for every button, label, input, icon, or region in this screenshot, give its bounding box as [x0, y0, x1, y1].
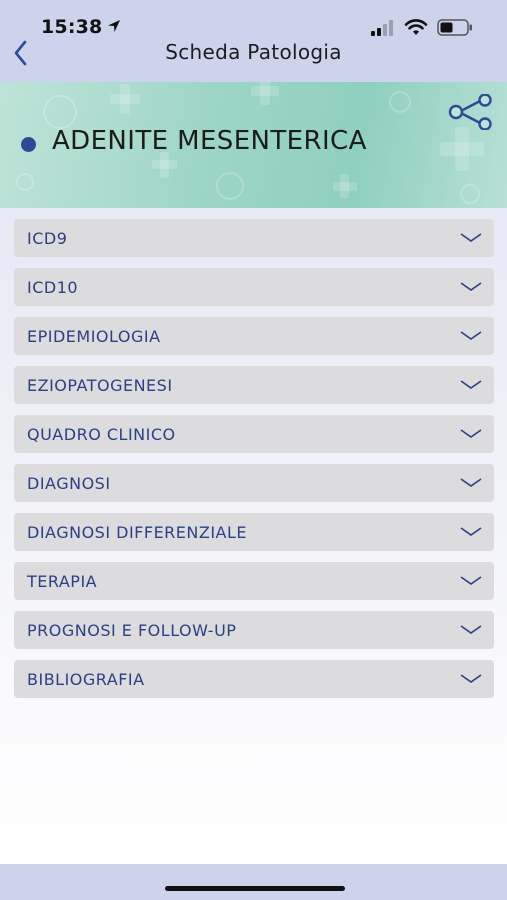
share-button[interactable]	[446, 94, 496, 130]
bottom-bar	[0, 864, 507, 900]
section-label: EZIOPATOGENESI	[27, 376, 173, 395]
section-label: TERAPIA	[27, 572, 98, 591]
section-quadro-clinico[interactable]: QUADRO CLINICO	[14, 415, 494, 453]
disease-title: ADENITE MESENTERICA	[52, 126, 367, 156]
status-time: 15:38	[41, 16, 103, 38]
section-epidemiologia[interactable]: EPIDEMIOLOGIA	[14, 317, 494, 355]
section-label: EPIDEMIOLOGIA	[27, 327, 161, 346]
section-icd9[interactable]: ICD9	[14, 219, 494, 257]
section-label: ICD9	[27, 229, 68, 248]
chevron-down-icon	[460, 233, 482, 242]
chevron-down-icon	[460, 478, 482, 487]
section-label: DIAGNOSI DIFFERENZIALE	[27, 523, 248, 542]
section-icd10[interactable]: ICD10	[14, 268, 494, 306]
section-diagnosi-differenziale[interactable]: DIAGNOSI DIFFERENZIALE	[14, 513, 494, 551]
chevron-down-icon	[460, 380, 482, 389]
section-label: DIAGNOSI	[27, 474, 111, 493]
cellular-signal-icon	[371, 20, 393, 36]
section-bibliografia[interactable]: BIBLIOGRAFIA	[14, 660, 494, 698]
section-prognosi-follow-up[interactable]: PROGNOSI E FOLLOW-UP	[14, 611, 494, 649]
section-label: QUADRO CLINICO	[27, 425, 176, 444]
chevron-down-icon	[460, 282, 482, 291]
title-bullet	[21, 137, 36, 152]
section-label: ICD10	[27, 278, 79, 297]
page-title: Scheda Patologia	[165, 40, 342, 64]
top-bar: 15:38 Scheda Patologia	[0, 0, 507, 82]
section-eziopatogenesi[interactable]: EZIOPATOGENESI	[14, 366, 494, 404]
chevron-down-icon	[460, 429, 482, 438]
home-indicator[interactable]	[165, 886, 345, 891]
wifi-icon	[404, 19, 428, 35]
section-diagnosi[interactable]: DIAGNOSI	[14, 464, 494, 502]
chevron-down-icon	[460, 576, 482, 585]
chevron-down-icon	[460, 625, 482, 634]
chevron-down-icon	[460, 674, 482, 683]
chevron-down-icon	[460, 527, 482, 536]
section-list: ICD9 ICD10 EPIDEMIOLOGIA EZIOPATOGENESI …	[14, 219, 494, 709]
chevron-down-icon	[460, 331, 482, 340]
disease-banner: ADENITE MESENTERICA	[0, 82, 507, 208]
section-label: BIBLIOGRAFIA	[27, 670, 145, 689]
section-label: PROGNOSI E FOLLOW-UP	[27, 621, 237, 640]
battery-icon	[437, 19, 472, 36]
section-terapia[interactable]: TERAPIA	[14, 562, 494, 600]
location-arrow-icon	[108, 20, 120, 32]
